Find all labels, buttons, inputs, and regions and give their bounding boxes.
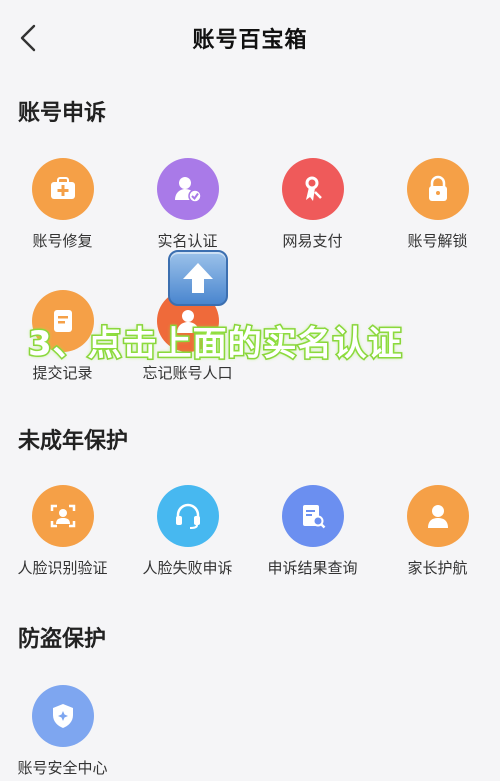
section-title-appeal: 账号申诉 [18,101,107,126]
chevron-left-icon [20,24,36,52]
item-label: 忘记账号人口 [142,364,233,382]
back-button[interactable] [16,22,40,54]
parental-guard-item[interactable]: 家长护航 [375,485,500,578]
account-unlock-item[interactable]: 账号解锁 [375,158,500,251]
face-verify-item[interactable]: 人脸识别验证 [0,485,125,578]
face-scan-icon [31,485,94,547]
item-label: 实名认证 [157,232,218,250]
section-title-security: 防盗保护 [18,627,107,652]
up-arrow-icon [168,250,228,306]
real-name-auth-item[interactable]: 实名认证 [125,158,250,251]
item-label: 网易支付 [282,232,343,250]
top-bar: 账号百宝箱 [0,0,500,76]
item-label: 账号修复 [32,232,93,250]
page-title: 账号百宝箱 [192,28,308,53]
item-label: 账号安全中心 [17,759,108,777]
appeal-result-query-item[interactable]: 申诉结果查询 [250,485,375,578]
item-label: 账号解锁 [407,232,468,250]
item-label: 人脸识别验证 [17,559,108,577]
parent-icon [406,485,469,547]
section-title-minor: 未成年保护 [18,429,129,454]
instruction-caption: 3、点击上面的实名认证 [27,323,404,366]
lock-icon [406,158,469,220]
item-label: 人脸失败申诉 [142,559,233,577]
medkit-icon [31,158,94,220]
face-fail-appeal-item[interactable]: 人脸失败申诉 [125,485,250,578]
netease-pay-item[interactable]: 网易支付 [250,158,375,251]
headset-icon [156,485,219,547]
item-label: 申诉结果查询 [267,559,358,577]
item-label: 家长护航 [407,559,468,577]
doc-search-icon [281,485,344,547]
account-repair-item[interactable]: 账号修复 [0,158,125,251]
account-security-center-item[interactable]: 账号安全中心 [0,685,125,778]
shield-icon [31,685,94,747]
item-label: 提交记录 [32,364,93,382]
pay-icon [281,158,344,220]
user-verified-icon [156,158,219,220]
